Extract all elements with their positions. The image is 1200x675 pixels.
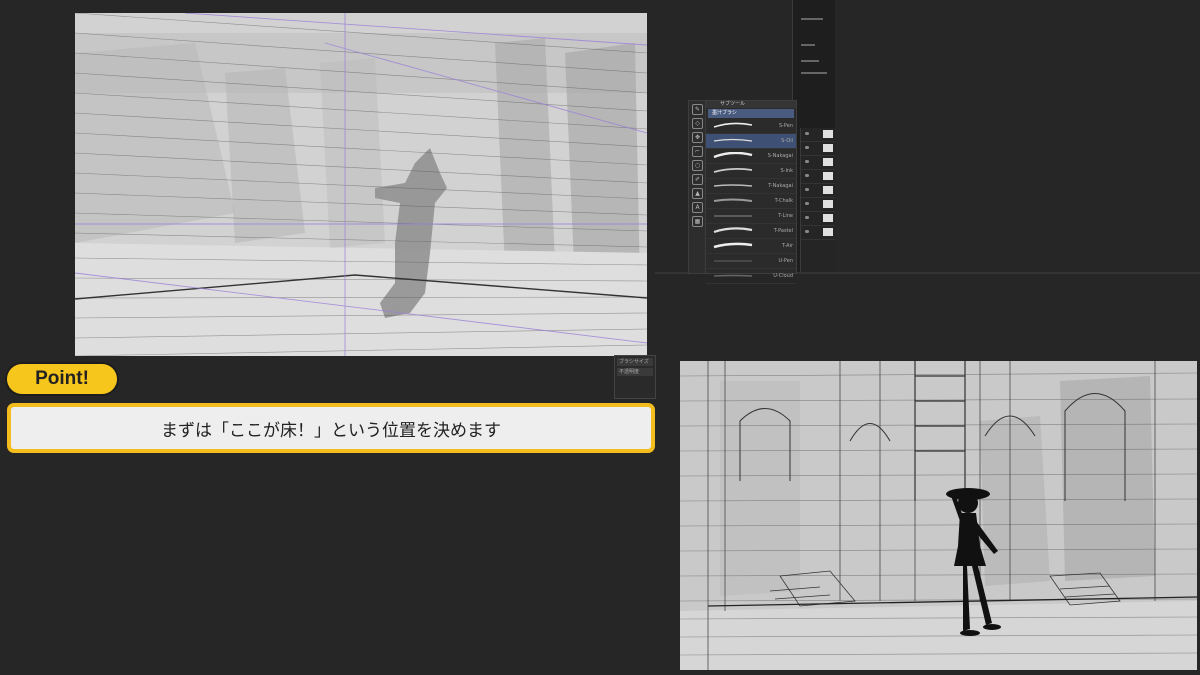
brush-name: S-Oil <box>781 138 793 144</box>
brush-name: T-Pastel <box>773 228 793 234</box>
brush-tool-icon[interactable]: ✐ <box>692 174 703 185</box>
brush-stroke-preview <box>714 260 752 262</box>
subtool-panel-title: サブツール <box>706 101 796 108</box>
brush-name: T-Chalk <box>774 198 793 204</box>
reference-canvas <box>680 361 1197 670</box>
layer-row[interactable] <box>801 170 835 184</box>
room-sketch-with-girl <box>680 361 1197 670</box>
layer-row[interactable] <box>801 156 835 170</box>
brush-stroke-preview <box>713 138 753 142</box>
brush-stroke-preview <box>713 152 753 159</box>
brush-name: S-Ink <box>780 168 793 174</box>
brush-item[interactable]: T-Air <box>706 239 796 254</box>
fill-tool-icon[interactable]: ▲ <box>692 188 703 199</box>
main-canvas[interactable] <box>75 13 647 356</box>
caption-text: まずは「ここが床！」という位置を決めます <box>161 420 501 441</box>
brush-stroke-preview <box>713 227 753 234</box>
brush-item[interactable]: T-Nakagai <box>706 179 796 194</box>
brush-item[interactable]: T-Line <box>706 209 796 224</box>
brush-size-row[interactable]: ブラシサイズ <box>617 358 653 366</box>
brush-item[interactable]: S-Pen <box>706 119 796 134</box>
brush-item[interactable]: S-Ink <box>706 164 796 179</box>
layer-row[interactable] <box>801 212 835 226</box>
layer-thumbnail <box>823 200 833 208</box>
strip-row <box>801 72 827 74</box>
brush-item[interactable]: U-Cloud <box>706 269 796 284</box>
opacity-row[interactable]: 不透明度 <box>617 368 653 376</box>
brush-name: T-Nakagai <box>768 183 793 189</box>
pen-tool-icon[interactable]: ✎ <box>692 104 703 115</box>
brush-item-selected[interactable]: S-Oil <box>706 134 796 149</box>
layer-thumbnail <box>823 214 833 222</box>
strip-row <box>801 44 815 46</box>
layer-thumbnail <box>823 228 833 236</box>
brush-name: T-Line <box>778 213 793 219</box>
eye-visibility-icon[interactable] <box>805 160 809 163</box>
tool-property-panel: ブラシサイズ 不透明度 <box>614 355 656 399</box>
gradient-tool-icon[interactable]: ▦ <box>692 216 703 227</box>
strip-row <box>801 18 823 20</box>
layer-row[interactable] <box>801 128 835 142</box>
brush-name: U-Cloud <box>773 273 793 279</box>
eye-visibility-icon[interactable] <box>805 174 809 177</box>
layer-panel <box>800 128 835 272</box>
eyedropper-tool-icon[interactable]: ⌐ <box>692 146 703 157</box>
brush-stroke-preview <box>714 215 752 217</box>
brush-item[interactable]: U-Pen <box>706 254 796 269</box>
eye-visibility-icon[interactable] <box>805 146 809 149</box>
layer-thumbnail <box>823 172 833 180</box>
subtool-panel: サブツール 墨汁ブラシ S-Pen S-Oil S-Nakagai S-Ink … <box>705 100 797 284</box>
brush-category-tab[interactable]: 墨汁ブラシ <box>708 109 794 118</box>
brush-stroke-preview <box>713 242 753 249</box>
brush-item[interactable]: T-Pastel <box>706 224 796 239</box>
layer-thumbnail <box>823 130 833 138</box>
brush-stroke-preview <box>713 198 753 202</box>
brush-stroke-preview <box>713 167 753 173</box>
eye-visibility-icon[interactable] <box>805 216 809 219</box>
layer-thumbnail <box>823 158 833 166</box>
brush-item[interactable]: T-Chalk <box>706 194 796 209</box>
eraser-tool-icon[interactable]: ◇ <box>692 118 703 129</box>
eye-visibility-icon[interactable] <box>805 230 809 233</box>
layer-row[interactable] <box>801 142 835 156</box>
eye-visibility-icon[interactable] <box>805 202 809 205</box>
text-tool-icon[interactable]: A <box>692 202 703 213</box>
brush-name: U-Pen <box>778 258 793 264</box>
caption-box: まずは「ここが床！」という位置を決めます <box>7 403 655 453</box>
perspective-sketch <box>75 13 647 356</box>
point-badge: Point! <box>7 364 117 394</box>
move-tool-icon[interactable]: ✥ <box>692 132 703 143</box>
eye-visibility-icon[interactable] <box>805 132 809 135</box>
layer-row[interactable] <box>801 198 835 212</box>
brush-item[interactable]: S-Nakagai <box>706 149 796 164</box>
brush-name: T-Air <box>781 243 793 249</box>
eye-visibility-icon[interactable] <box>805 188 809 191</box>
strip-row <box>801 60 819 62</box>
brush-stroke-preview <box>713 122 753 128</box>
layer-thumbnail <box>823 144 833 152</box>
lasso-tool-icon[interactable]: ○ <box>692 160 703 171</box>
brush-stroke-preview <box>713 274 753 277</box>
brush-name: S-Pen <box>778 123 793 129</box>
layer-row[interactable] <box>801 184 835 198</box>
brush-stroke-preview <box>713 184 753 187</box>
layer-thumbnail <box>823 186 833 194</box>
layer-row[interactable] <box>801 226 835 240</box>
brush-name: S-Nakagai <box>767 153 793 159</box>
